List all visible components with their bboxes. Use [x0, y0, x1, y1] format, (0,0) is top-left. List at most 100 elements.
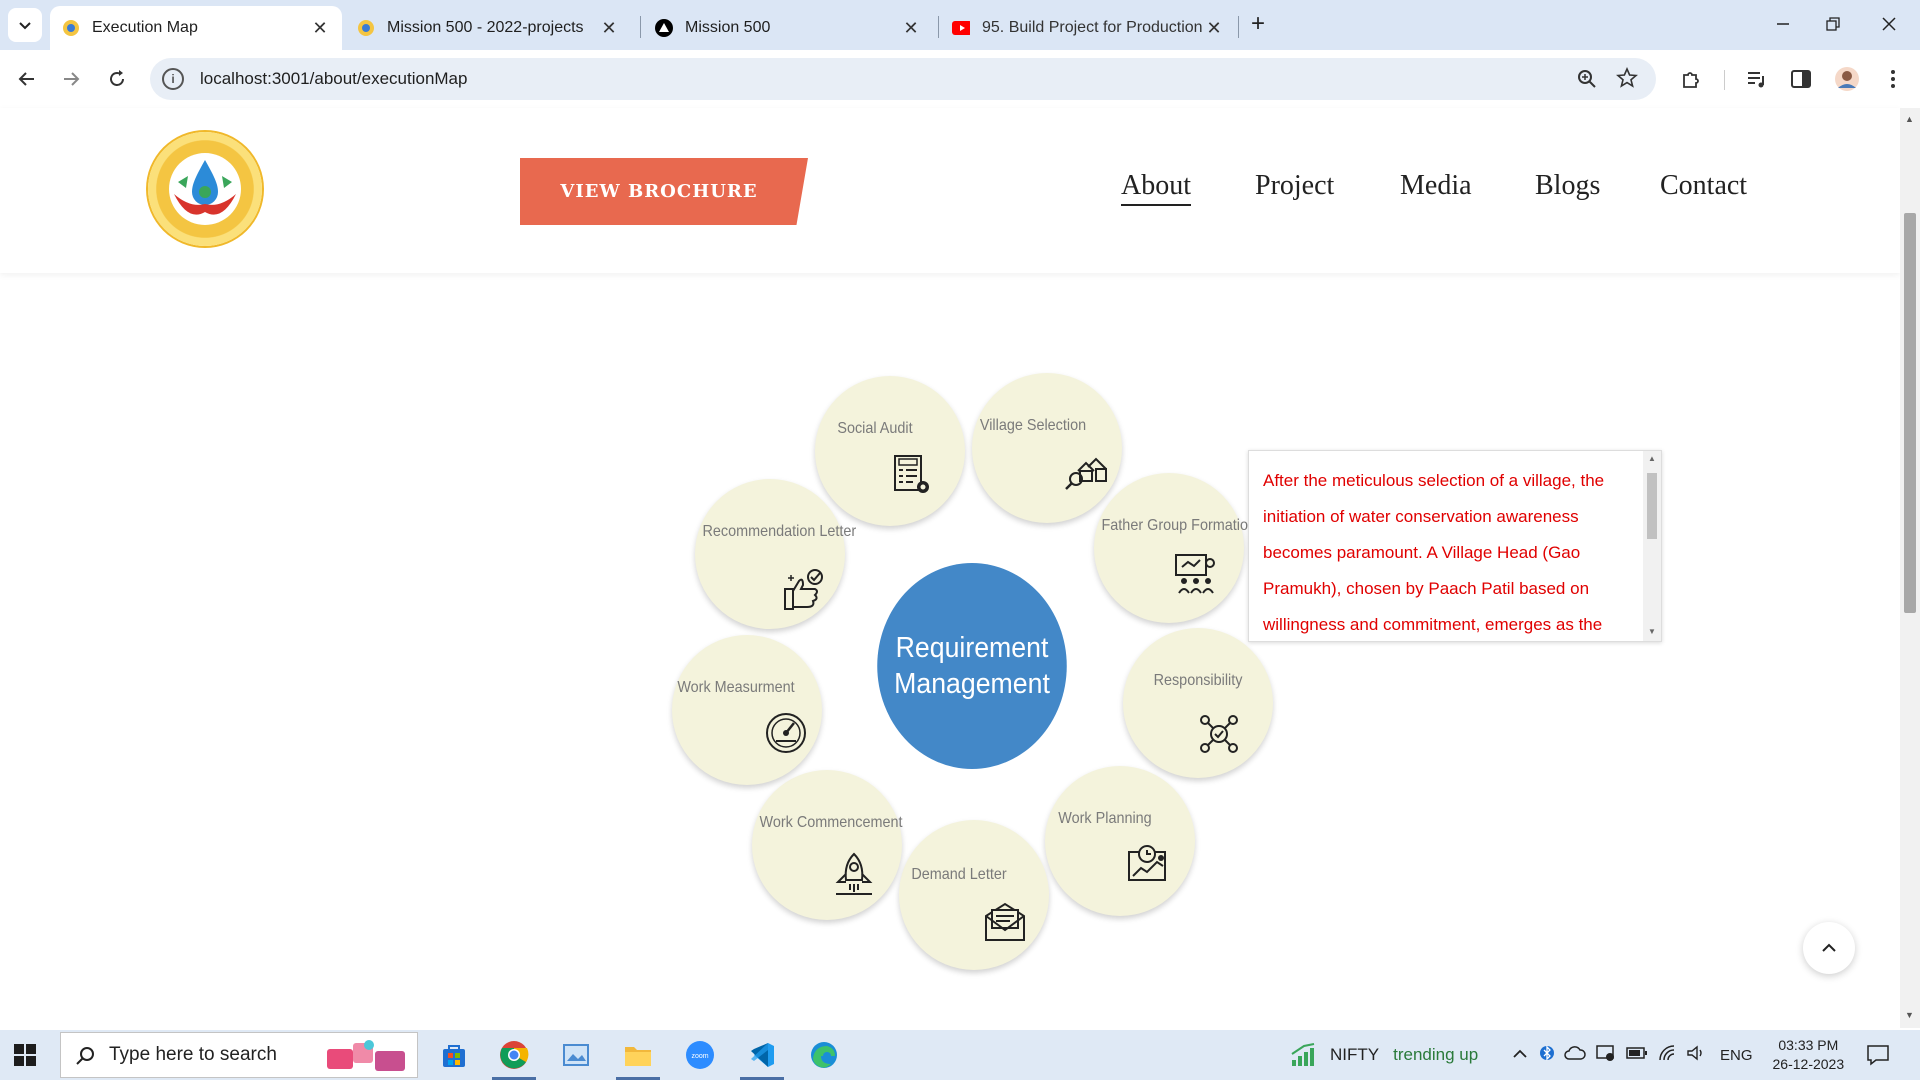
scroll-up-arrow-icon[interactable]: ▲ [1648, 454, 1656, 463]
site-header: VIEW BROCHURE About Project Media Blogs … [0, 108, 1900, 273]
restore-window-button[interactable] [1806, 0, 1860, 48]
nav-media[interactable]: Media [1400, 170, 1472, 202]
step-label: Work Planning [1058, 810, 1152, 827]
page-scrollbar-thumb[interactable] [1904, 213, 1916, 613]
page-scrollbar[interactable]: ▲ ▼ [1900, 108, 1920, 1028]
close-window-button[interactable] [1862, 0, 1916, 48]
minimize-window-button[interactable] [1756, 0, 1810, 48]
tab-title: Mission 500 [685, 19, 771, 36]
device-icon[interactable] [1596, 1044, 1616, 1067]
reload-button[interactable] [100, 62, 134, 96]
bookmark-star-icon[interactable] [1616, 66, 1638, 94]
step-father-group-formation[interactable]: Father Group Formation [1094, 473, 1256, 623]
nav-contact[interactable]: Contact [1660, 170, 1747, 202]
puzzle-icon [1683, 72, 1699, 88]
profile-avatar-button[interactable] [1830, 62, 1864, 96]
step-work-planning[interactable]: Work Planning [1045, 766, 1195, 916]
toolbar-divider [1724, 70, 1725, 90]
back-button[interactable] [10, 62, 44, 96]
vercel-triangle-icon [655, 19, 673, 37]
photos-app-icon[interactable] [558, 1038, 594, 1072]
step-description-box[interactable]: After the meticulous selection of a vill… [1248, 450, 1662, 642]
step-label: Village Selection [979, 417, 1087, 434]
wifi-icon[interactable] [1658, 1044, 1678, 1067]
requirement-management-hub[interactable]: Requirement Management [877, 563, 1067, 769]
side-panel-button[interactable] [1784, 62, 1818, 96]
scroll-up-arrow-icon[interactable]: ▲ [1905, 114, 1914, 124]
tab-search-button[interactable] [8, 8, 42, 42]
tab-title: 95. Build Project for Production [982, 19, 1203, 36]
thumbs-up-check-icon [784, 569, 823, 610]
zoom-icon[interactable] [1576, 68, 1598, 95]
nav-about[interactable]: About [1121, 170, 1191, 206]
close-tab-icon[interactable]: ✕ [599, 18, 619, 39]
tab-mission-500[interactable]: Mission 500 ✕ [643, 6, 933, 50]
new-tab-button[interactable]: + [1230, 0, 1286, 48]
tab-execution-map[interactable]: Execution Map ✕ [50, 6, 342, 50]
gauge-icon [766, 713, 806, 753]
rocket-launch-icon [835, 852, 873, 895]
nav-blogs[interactable]: Blogs [1535, 170, 1600, 202]
chrome-icon[interactable] [492, 1038, 536, 1080]
scroll-to-top-button[interactable] [1803, 922, 1855, 974]
step-recommendation-letter[interactable]: Recommendation Letter [695, 479, 857, 629]
media-control-button[interactable] [1740, 62, 1774, 96]
volume-icon[interactable] [1686, 1044, 1706, 1067]
nav-project[interactable]: Project [1255, 170, 1334, 202]
windows-start-icon[interactable] [14, 1044, 36, 1066]
close-tab-icon[interactable]: ✕ [310, 18, 330, 39]
mission-logo[interactable] [148, 132, 262, 246]
notification-center-icon[interactable] [1866, 1044, 1890, 1071]
taskbar-search-box[interactable]: Type here to search [60, 1032, 418, 1078]
scroll-down-arrow-icon[interactable]: ▼ [1648, 627, 1656, 636]
close-tab-icon[interactable]: ✕ [901, 18, 921, 39]
bluetooth-icon[interactable] [1540, 1043, 1554, 1068]
step-village-selection[interactable]: Village Selection [972, 373, 1122, 523]
step-responsibility[interactable]: Responsibility [1123, 628, 1273, 778]
step-label: Father Group Formation [1101, 517, 1256, 534]
step-demand-letter[interactable]: Demand Letter [899, 820, 1049, 970]
youtube-icon [952, 19, 970, 37]
address-bar[interactable]: i localhost:3001/about/executionMap [150, 58, 1656, 100]
system-tray: ENG 03:33 PM 26-12-2023 [1512, 1030, 1844, 1080]
forward-button[interactable] [54, 62, 88, 96]
search-icon [76, 1047, 94, 1065]
scroll-down-arrow-icon[interactable]: ▼ [1905, 1010, 1914, 1020]
site-favicon-icon [357, 19, 375, 37]
step-label: Demand Letter [911, 866, 1007, 883]
group-presentation-icon [1175, 554, 1215, 594]
arrow-left-icon [18, 72, 34, 86]
cloud-icon[interactable] [1564, 1045, 1586, 1066]
clock[interactable]: 03:33 PM 26-12-2023 [1773, 1036, 1845, 1074]
step-work-commencement[interactable]: Work Commencement [752, 770, 902, 920]
chevron-down-icon [19, 22, 31, 30]
browser-menu-button[interactable] [1876, 62, 1910, 96]
clock-time: 03:33 PM [1778, 1037, 1839, 1053]
step-social-audit[interactable]: Social Audit [815, 376, 965, 526]
tab-mission-projects[interactable]: Mission 500 - 2022-projects ✕ [345, 6, 631, 50]
tab-youtube-video[interactable]: 95. Build Project for Production ✕ [940, 6, 1236, 50]
battery-icon[interactable] [1626, 1046, 1648, 1065]
vscode-icon[interactable] [740, 1038, 784, 1080]
show-hidden-icons-icon[interactable] [1512, 1046, 1528, 1064]
chevron-up-icon [1822, 943, 1836, 952]
description-scrollbar[interactable]: ▲ ▼ [1643, 451, 1661, 641]
step-work-measurment[interactable]: Work Measurment [672, 635, 822, 785]
svg-text:zoom: zoom [691, 1053, 708, 1060]
stock-widget[interactable]: NIFTY trending up [1290, 1030, 1478, 1080]
file-explorer-icon[interactable] [616, 1038, 660, 1080]
step-label: Recommendation Letter [702, 523, 857, 540]
view-brochure-button[interactable]: VIEW BROCHURE [520, 158, 808, 225]
extensions-button[interactable] [1674, 62, 1708, 96]
input-language[interactable]: ENG [1720, 1047, 1753, 1064]
zoom-icon[interactable]: zoom [682, 1038, 718, 1072]
site-info-icon[interactable]: i [162, 68, 184, 90]
microsoft-store-icon[interactable] [436, 1038, 472, 1072]
tab-title: Mission 500 - 2022-projects [387, 19, 584, 36]
reload-icon [110, 70, 124, 86]
edge-icon[interactable] [806, 1038, 842, 1072]
trending-up-icon [1291, 1043, 1315, 1066]
tab-title: Execution Map [92, 19, 198, 36]
description-scrollbar-thumb[interactable] [1647, 473, 1657, 539]
close-tab-icon[interactable]: ✕ [1204, 18, 1224, 39]
